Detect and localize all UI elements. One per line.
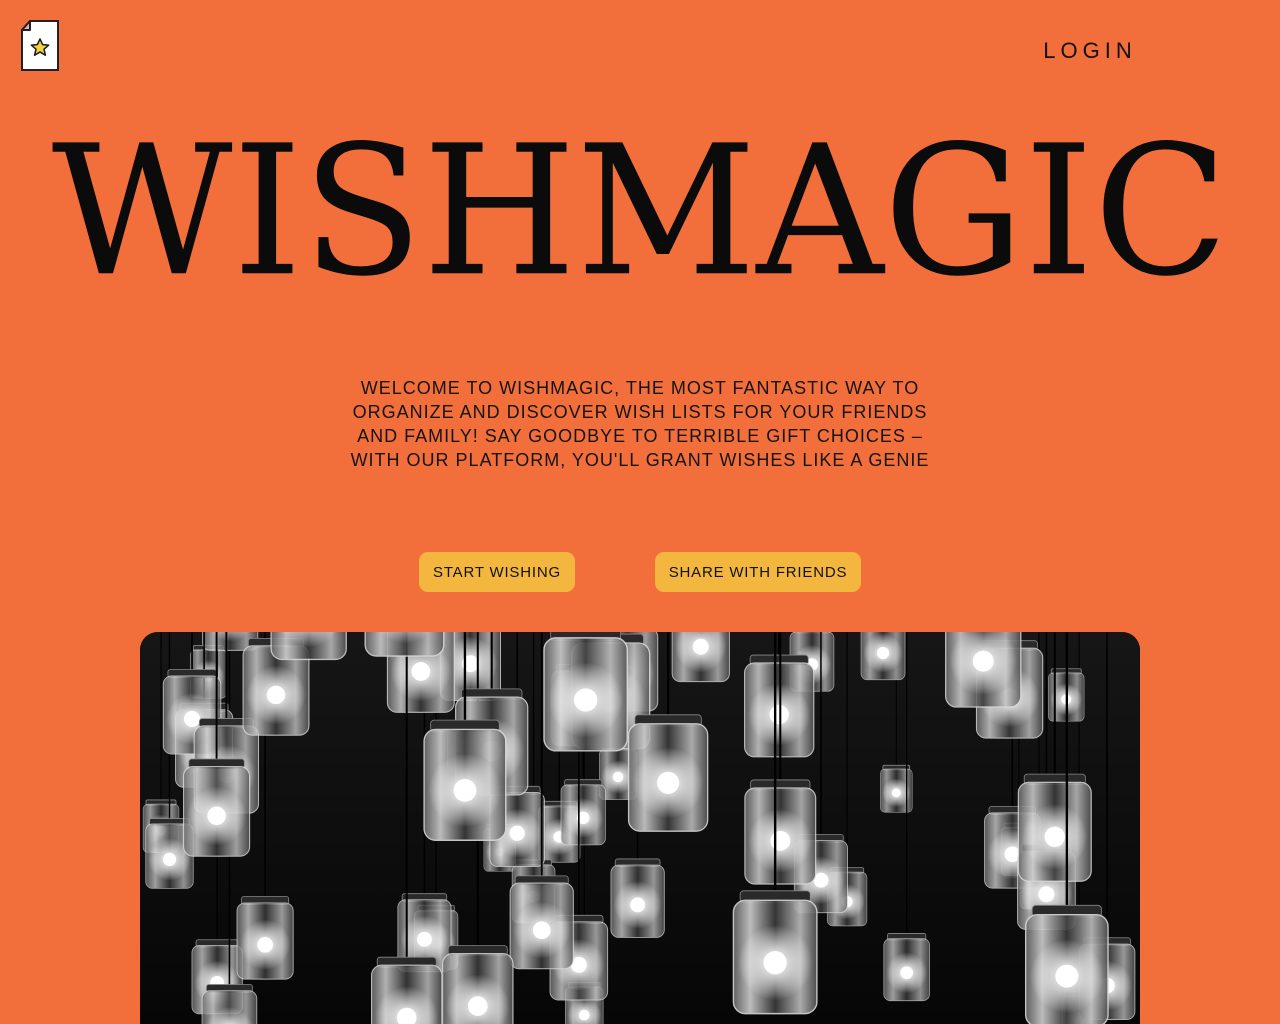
jar-light [860,632,906,681]
jar-light [364,632,445,657]
start-wishing-button[interactable]: START WISHING [419,552,575,592]
hero-image [140,632,1140,1024]
share-with-friends-button[interactable]: SHARE WITH FRIENDS [655,552,861,592]
wishlist-star-document-icon[interactable] [20,20,60,72]
jar-light [543,632,628,752]
hero-title: WISHMAGIC [51,106,1229,317]
jar-light [945,632,1022,708]
jar-light [270,632,347,661]
login-link[interactable]: LOGIN [1000,38,1180,64]
landing-page: LOGIN WISHMAGIC WELCOME TO WISHMAGIC, TH… [0,0,1280,1024]
hanging-jar-lights-photo [140,632,1140,1024]
hero-tagline: WELCOME TO WISHMAGIC, THE MOST FANTASTIC… [350,378,930,470]
jar-light [671,632,730,683]
